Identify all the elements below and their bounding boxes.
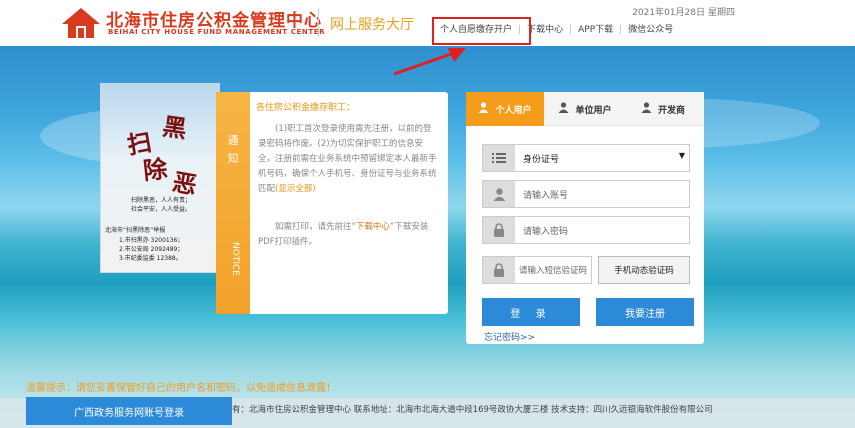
anti-crime-poster[interactable]: 扫 黑 除 恶 扫除黑恶，人人有责； 社会平安，人人受益。 北海市“扫黑除恶”举… <box>100 83 220 273</box>
download-center-link[interactable]: 下载中心 <box>356 222 390 232</box>
sms-code-input[interactable]: 请输入短信验证码 <box>482 256 592 284</box>
tab-label: 个人用户 <box>495 105 532 116</box>
poster-hotline: 3.市纪委监委 12388。 <box>119 255 182 262</box>
poster-hotline-title: 北海市“扫黑除恶”举报 <box>105 227 166 234</box>
notice-tab-label[interactable]: 通知 <box>225 132 241 168</box>
notice-sidebar: 通知 NOTICE <box>216 92 250 314</box>
login-panel: 个人用户 单位用户 开发商 身份证号 ▼ 请输入账号 请输入密码 请输入短信验证… <box>466 92 704 344</box>
nav-download-center[interactable]: 下载中心 <box>527 22 563 35</box>
login-button[interactable]: 登 录 <box>482 298 580 326</box>
poster-hotline: 1.市扫黑办 3200136； <box>119 237 184 244</box>
user-icon <box>478 102 489 116</box>
nav-wechat[interactable]: 微信公众号 <box>628 22 673 35</box>
guangxi-gov-login-button[interactable]: 广西政务服务网账号登录 <box>26 397 232 425</box>
nav-separator: | <box>569 25 573 35</box>
nav-separator: | <box>619 25 623 35</box>
sms-code-button[interactable]: 手机动态验证码 <box>598 256 690 284</box>
notice-body: (1)职工首次登录使用需先注册，以前的登录密码将作废。(2)为切实保护职工的信息… <box>258 122 440 197</box>
list-icon <box>483 145 515 171</box>
tab-company-user[interactable]: 单位用户 <box>546 92 624 126</box>
nav-app-download[interactable]: APP下载 <box>578 22 613 35</box>
notice-tab-label-en[interactable]: NOTICE <box>230 242 240 276</box>
red-arrow-icon <box>390 44 470 81</box>
notice-panel: 通知 NOTICE 各住房公积金缴存职工： (1)职工首次登录使用需先注册，以前… <box>216 92 448 314</box>
notice-heading: 各住房公积金缴存职工： <box>256 103 356 113</box>
lock-icon <box>483 217 515 243</box>
developer-icon <box>641 102 652 116</box>
account-placeholder: 请输入账号 <box>523 191 569 201</box>
password-input[interactable]: 请输入密码 <box>482 216 690 244</box>
poster-char: 黑 <box>160 111 189 144</box>
poster-char: 除 <box>141 153 169 186</box>
id-type-value: 身份证号 <box>523 155 560 165</box>
print-prefix: 如需打印，请先前往“ <box>275 222 356 232</box>
tab-label: 开发商 <box>657 105 685 116</box>
password-placeholder: 请输入密码 <box>523 227 569 237</box>
tab-developer[interactable]: 开发商 <box>624 92 702 126</box>
tab-personal-user[interactable]: 个人用户 <box>466 92 544 126</box>
notice-print: 如需打印，请先前往“下载中心”下载安装PDF打印插件。 <box>258 220 440 250</box>
sms-placeholder: 请输入短信验证码 <box>519 266 588 276</box>
house-logo-icon <box>60 6 102 43</box>
logo-subtitle: BEIHAI CITY HOUSE FUND MANAGEMENT CENTER <box>108 28 326 36</box>
show-all-link[interactable]: (显示全部) <box>275 184 316 194</box>
company-user-icon <box>558 102 569 116</box>
warning-text: 温馨提示：请您妥善保管好自己的用户名和密码，以免造成信息泄露！ <box>26 383 336 394</box>
account-input[interactable]: 请输入账号 <box>482 180 690 208</box>
hall-title: 网上服务大厅 <box>330 17 414 33</box>
poster-slogan: 社会平安，人人受益。 <box>130 206 191 213</box>
register-button[interactable]: 我要注册 <box>596 298 694 326</box>
user-icon <box>483 181 515 207</box>
dropdown-arrow-icon: ▼ <box>678 151 685 160</box>
date-text: 2021年01月28日 <box>632 8 705 18</box>
lock-icon <box>483 257 515 283</box>
poster-hotline: 2.市公安局 2092489； <box>119 246 184 253</box>
divider <box>318 9 319 37</box>
weekday-text: 星期四 <box>707 8 735 18</box>
highlight-box <box>432 17 531 45</box>
poster-slogan: 扫除黑恶，人人有责； <box>130 197 191 204</box>
tab-label: 单位用户 <box>575 105 612 116</box>
footer-info: 有：北海市住房公积金管理中心 联系地址：北海市北海大道中段169号政协大厦三楼 … <box>232 405 713 415</box>
forgot-password-link[interactable]: 忘记密码>> <box>484 330 535 343</box>
login-tabs: 个人用户 单位用户 开发商 <box>466 92 704 126</box>
id-type-select[interactable]: 身份证号 ▼ <box>482 144 690 172</box>
header: 北海市住房公积金管理中心 BEIHAI CITY HOUSE FUND MANA… <box>0 0 855 46</box>
